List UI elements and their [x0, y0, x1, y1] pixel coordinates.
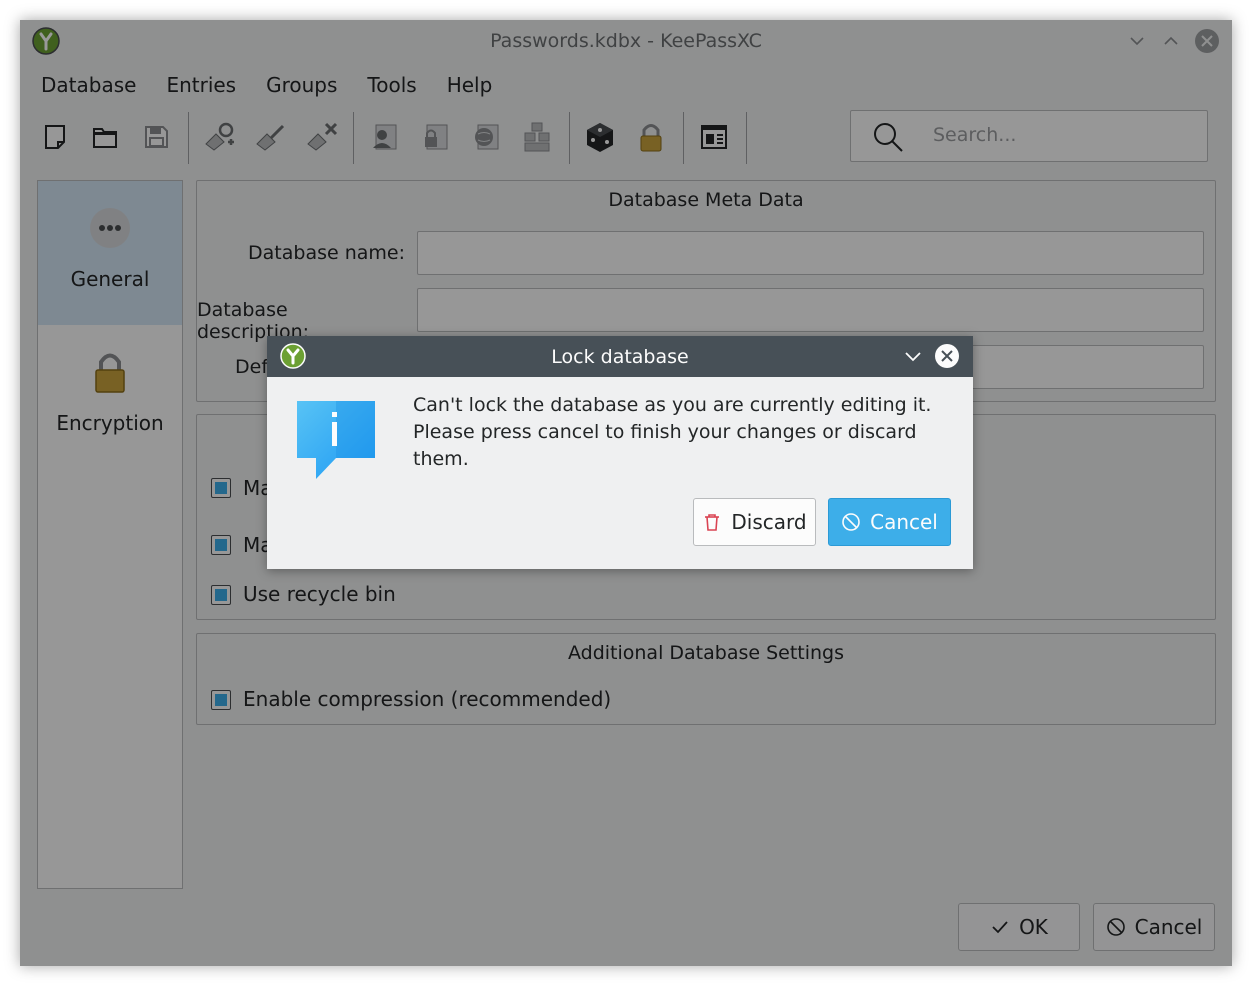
dialog-cancel-button[interactable]: Cancel	[828, 498, 951, 546]
keepassxc-logo-icon	[280, 343, 306, 369]
trash-icon	[705, 514, 720, 531]
cancel-icon	[842, 513, 860, 531]
lock-database-dialog: Lock database Can't lock the database as…	[267, 336, 973, 569]
information-icon	[297, 401, 375, 479]
discard-label: Discard	[731, 510, 807, 534]
close-icon[interactable]	[934, 343, 960, 369]
message-line: Can't lock the database as you are curre…	[413, 394, 932, 416]
message-line: Please press cancel to finish your chang…	[413, 421, 917, 470]
discard-button[interactable]: Discard	[693, 498, 816, 546]
cancel-label: Cancel	[870, 510, 938, 534]
chevron-down-icon[interactable]	[903, 346, 923, 366]
dialog-title-bar[interactable]: Lock database	[267, 336, 973, 377]
dialog-title: Lock database	[551, 345, 689, 368]
dialog-message: Can't lock the database as you are curre…	[413, 392, 973, 473]
